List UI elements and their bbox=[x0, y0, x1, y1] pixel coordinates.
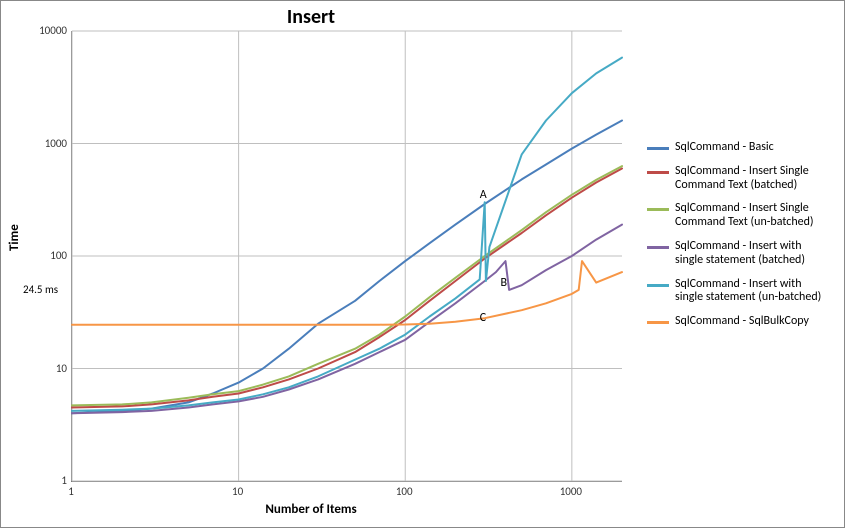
legend-item: SqlCommand - Insert with single statemen… bbox=[647, 240, 832, 268]
legend-label: SqlCommand - Insert Single Command Text … bbox=[675, 202, 832, 230]
legend-swatch bbox=[647, 147, 669, 150]
x-axis-label: Number of Items bbox=[1, 502, 621, 517]
y-tick: 10000 bbox=[29, 24, 67, 37]
plot-svg bbox=[72, 31, 622, 481]
legend-swatch bbox=[647, 208, 669, 211]
x-tick: 10 bbox=[226, 485, 250, 498]
legend-label: SqlCommand - Insert Single Command Text … bbox=[675, 165, 832, 193]
legend-swatch bbox=[647, 246, 669, 249]
y-tick: 10 bbox=[29, 362, 67, 375]
legend-label: SqlCommand - Insert with single statemen… bbox=[675, 278, 832, 306]
chart-container: Insert Time 24.5 ms Number of Items SqlC… bbox=[0, 0, 845, 528]
legend-item: SqlCommand - Insert Single Command Text … bbox=[647, 165, 832, 193]
legend-item: SqlCommand - SqlBulkCopy bbox=[647, 315, 832, 329]
legend-label: SqlCommand - Basic bbox=[675, 141, 832, 155]
legend-item: SqlCommand - Basic bbox=[647, 141, 832, 155]
legend-swatch bbox=[647, 284, 669, 287]
x-tick: 100 bbox=[392, 485, 416, 498]
chart-title: Insert bbox=[1, 5, 621, 29]
y-tick: 1 bbox=[29, 474, 67, 487]
x-tick: 1000 bbox=[559, 485, 583, 498]
y-tick: 100 bbox=[29, 249, 67, 262]
y-extra-tick: 24.5 ms bbox=[23, 283, 58, 296]
y-tick: 1000 bbox=[29, 137, 67, 150]
legend-item: SqlCommand - Insert with single statemen… bbox=[647, 278, 832, 306]
legend: SqlCommand - Basic SqlCommand - Insert S… bbox=[647, 131, 832, 339]
legend-swatch bbox=[647, 171, 669, 174]
legend-item: SqlCommand - Insert Single Command Text … bbox=[647, 202, 832, 230]
legend-label: SqlCommand - Insert with single statemen… bbox=[675, 240, 832, 268]
legend-swatch bbox=[647, 321, 669, 324]
y-axis-label: Time bbox=[7, 224, 22, 251]
legend-label: SqlCommand - SqlBulkCopy bbox=[675, 315, 832, 329]
plot-area bbox=[71, 31, 622, 482]
